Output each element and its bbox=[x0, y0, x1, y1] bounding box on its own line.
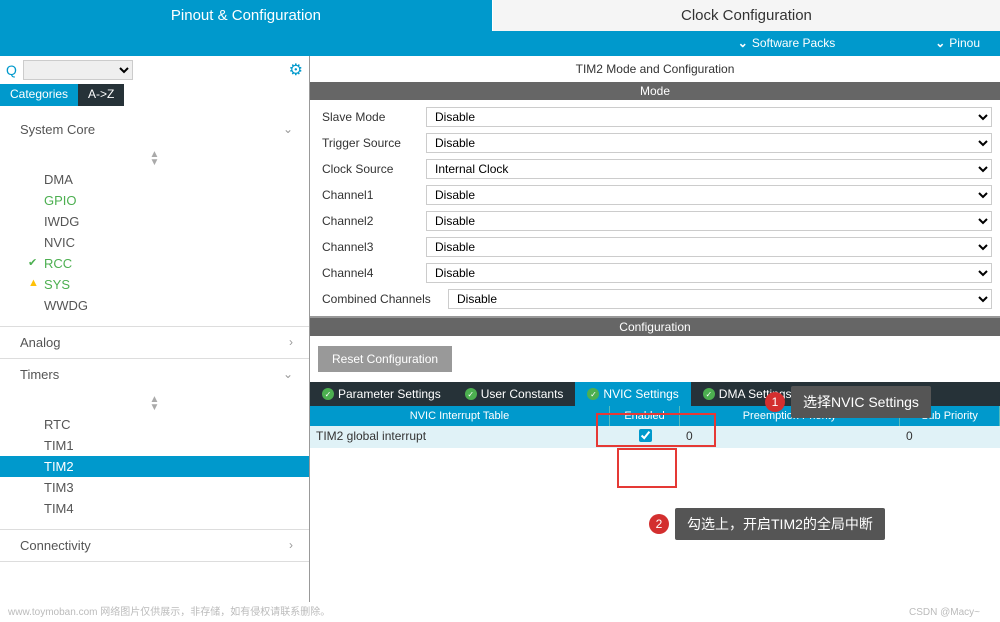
config-header: Configuration bbox=[310, 318, 1000, 336]
tab-categories[interactable]: Categories bbox=[0, 84, 78, 106]
pinout-menu[interactable]: Pinou bbox=[915, 31, 1000, 56]
item-tim2[interactable]: TIM2 bbox=[0, 456, 309, 477]
chevron-down-icon: ⌄ bbox=[283, 122, 293, 137]
col-header: Enabled bbox=[610, 406, 680, 426]
item-dma[interactable]: DMA bbox=[0, 169, 309, 190]
annotation-text: 勾选上，开启TIM2的全局中断 bbox=[675, 508, 885, 540]
tab-nvic-settings[interactable]: ✓NVIC Settings bbox=[575, 382, 690, 406]
top-tabs: Pinout & Configuration Clock Configurati… bbox=[0, 0, 1000, 31]
chevron-right-icon: › bbox=[289, 538, 293, 553]
mode-label: Channel1 bbox=[318, 188, 426, 202]
sub-header: Software Packs Pinou bbox=[0, 31, 1000, 56]
cell-preempt: 0 bbox=[680, 426, 900, 448]
check-icon: ✔ bbox=[28, 256, 37, 269]
sort-icon[interactable]: ▲▼ bbox=[0, 149, 309, 169]
chevron-down-icon: ⌄ bbox=[283, 367, 293, 382]
item-wwdg[interactable]: WWDG bbox=[0, 295, 309, 316]
item-nvic[interactable]: NVIC bbox=[0, 232, 309, 253]
item-gpio[interactable]: GPIO bbox=[0, 190, 309, 211]
group-label: Analog bbox=[20, 335, 60, 350]
item-rcc[interactable]: ✔RCC bbox=[0, 253, 309, 274]
search-input[interactable] bbox=[23, 60, 133, 80]
footer-right: CSDN @Macy~ bbox=[909, 607, 980, 618]
check-icon: ✓ bbox=[587, 388, 599, 400]
software-packs-menu[interactable]: Software Packs bbox=[718, 31, 855, 56]
mode-label: Channel4 bbox=[318, 266, 426, 280]
tab-clock[interactable]: Clock Configuration bbox=[493, 0, 1000, 31]
tab-parameter-settings[interactable]: ✓Parameter Settings bbox=[310, 382, 453, 406]
check-icon: ✓ bbox=[322, 388, 334, 400]
tab-az[interactable]: A->Z bbox=[78, 84, 124, 106]
warn-icon: ▲ bbox=[28, 277, 39, 289]
mode-label: Clock Source bbox=[318, 162, 426, 176]
group-analog[interactable]: Analog › bbox=[0, 327, 309, 358]
group-label: Connectivity bbox=[20, 538, 91, 553]
item-iwdg[interactable]: IWDG bbox=[0, 211, 309, 232]
col-header: NVIC Interrupt Table bbox=[310, 406, 610, 426]
enabled-checkbox[interactable] bbox=[639, 429, 652, 442]
group-label: System Core bbox=[20, 122, 95, 137]
channel1-select[interactable]: Disable bbox=[426, 185, 992, 205]
mode-label: Trigger Source bbox=[318, 136, 426, 150]
group-connectivity[interactable]: Connectivity › bbox=[0, 530, 309, 561]
group-system-core[interactable]: System Core ⌄ bbox=[0, 114, 309, 145]
left-panel: Q ⚙ Categories A->Z System Core ⌄ ▲▼ DMA… bbox=[0, 56, 310, 602]
item-tim4[interactable]: TIM4 bbox=[0, 498, 309, 519]
gear-icon[interactable]: ⚙ bbox=[289, 60, 303, 80]
annotation-badge: 1 bbox=[765, 392, 785, 412]
combined-channels-select[interactable]: Disable bbox=[448, 289, 992, 309]
tab-user-constants[interactable]: ✓User Constants bbox=[453, 382, 576, 406]
footer-left: www.toymoban.com 网络图片仅供展示，非存储，如有侵权请联系删除。 bbox=[8, 603, 330, 618]
item-rtc[interactable]: RTC bbox=[0, 414, 309, 435]
annotation-2: 2 勾选上，开启TIM2的全局中断 bbox=[649, 508, 885, 540]
panel-title: TIM2 Mode and Configuration bbox=[310, 56, 1000, 82]
mode-header: Mode bbox=[310, 82, 1000, 100]
trigger-source-select[interactable]: Disable bbox=[426, 133, 992, 153]
sort-icon[interactable]: ▲▼ bbox=[0, 394, 309, 414]
cell-sub: 0 bbox=[900, 426, 1000, 448]
tab-pinout[interactable]: Pinout & Configuration bbox=[0, 0, 493, 31]
item-sys[interactable]: ▲SYS bbox=[0, 274, 309, 295]
clock-source-select[interactable]: Internal Clock bbox=[426, 159, 992, 179]
check-icon: ✓ bbox=[465, 388, 477, 400]
group-timers[interactable]: Timers ⌄ bbox=[0, 359, 309, 390]
mode-label: Channel2 bbox=[318, 214, 426, 228]
chevron-right-icon: › bbox=[289, 335, 293, 350]
cell-name: TIM2 global interrupt bbox=[310, 426, 610, 448]
annotation-1: 1 选择NVIC Settings bbox=[765, 386, 931, 418]
annotation-badge: 2 bbox=[649, 514, 669, 534]
item-tim1[interactable]: TIM1 bbox=[0, 435, 309, 456]
reset-button[interactable]: Reset Configuration bbox=[318, 346, 452, 372]
annotation-text: 选择NVIC Settings bbox=[791, 386, 931, 418]
channel3-select[interactable]: Disable bbox=[426, 237, 992, 257]
table-row[interactable]: TIM2 global interrupt 0 0 bbox=[310, 426, 1000, 448]
mode-label: Slave Mode bbox=[318, 110, 426, 124]
search-icon: Q bbox=[6, 62, 17, 78]
category-tree: System Core ⌄ ▲▼ DMA GPIO IWDG NVIC ✔RCC… bbox=[0, 106, 309, 602]
mode-section: Slave ModeDisable Trigger SourceDisable … bbox=[310, 100, 1000, 318]
item-tim3[interactable]: TIM3 bbox=[0, 477, 309, 498]
mode-label: Channel3 bbox=[318, 240, 426, 254]
channel2-select[interactable]: Disable bbox=[426, 211, 992, 231]
slave-mode-select[interactable]: Disable bbox=[426, 107, 992, 127]
mode-label: Combined Channels bbox=[318, 292, 448, 306]
channel4-select[interactable]: Disable bbox=[426, 263, 992, 283]
group-label: Timers bbox=[20, 367, 59, 382]
check-icon: ✓ bbox=[703, 388, 715, 400]
